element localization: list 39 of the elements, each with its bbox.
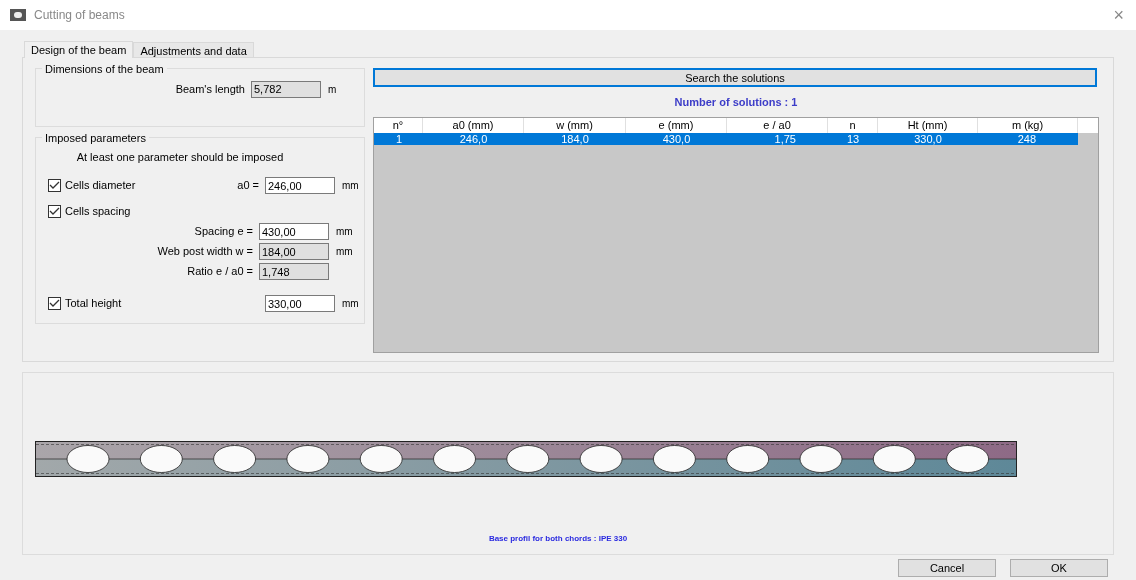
- field-label: Spacing e =: [193, 224, 254, 240]
- tab[interactable]: Adjustments and data: [133, 42, 254, 57]
- table-cell: 13: [846, 133, 860, 145]
- table-row[interactable]: 1 246,0 184,0 430,0 1,75 13 330,0 248: [374, 133, 1078, 145]
- unit-label: mm: [342, 297, 359, 311]
- table-cell: 330,0: [914, 133, 942, 145]
- unit-label: mm: [336, 225, 353, 239]
- unit-label: mm: [336, 245, 353, 259]
- input-field[interactable]: 330,00: [265, 295, 335, 312]
- unit-label: mm: [342, 179, 359, 193]
- field-label: a0 =: [236, 178, 260, 194]
- dialog-button[interactable]: Cancel: [898, 559, 996, 577]
- table-cell: 184,0: [561, 133, 589, 145]
- hint-text: At least one parameter should be imposed: [75, 150, 285, 165]
- table-cell: 430,0: [662, 133, 691, 145]
- checkbox[interactable]: [48, 179, 61, 192]
- close-button[interactable]: ×: [1113, 6, 1124, 24]
- checkbox-label: Total height: [65, 296, 123, 312]
- field-label: Web post width w =: [156, 244, 254, 260]
- table-cell: 1,75: [774, 133, 796, 145]
- checkbox[interactable]: [48, 297, 61, 310]
- dialog-button[interactable]: OK: [1010, 559, 1108, 577]
- base-profile-text: Base profil for both chords : IPE 330: [488, 533, 628, 545]
- field-label: Ratio e / a0 =: [186, 264, 254, 280]
- app-icon: [10, 9, 26, 21]
- solutions-count: Number of solutions : 1: [674, 94, 798, 110]
- table-cell: 248: [1017, 133, 1036, 145]
- input-field[interactable]: 246,00: [265, 177, 335, 194]
- input-field[interactable]: 430,00: [259, 223, 329, 240]
- checkbox-label: Cells spacing: [65, 204, 132, 220]
- search-button[interactable]: Search the solutions: [373, 68, 1097, 87]
- checkbox[interactable]: [48, 205, 61, 218]
- window-title: Cutting of beams: [34, 7, 125, 24]
- unit-label: m: [328, 82, 337, 97]
- field-label: Beam's length: [174, 81, 246, 97]
- checkbox-label: Cells diameter: [65, 178, 137, 194]
- table-cell: 1: [396, 133, 403, 145]
- table-cell: 246,0: [459, 133, 488, 145]
- tab[interactable]: Design of the beam: [24, 41, 134, 58]
